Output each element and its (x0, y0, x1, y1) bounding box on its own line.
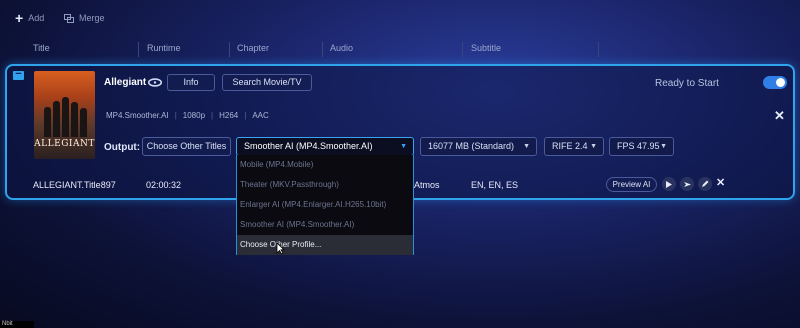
column-divider (322, 42, 323, 57)
collapse-button[interactable]: − (13, 69, 24, 80)
menu-item-enlarger-ai[interactable]: Enlarger AI (MP4.Enlarger.AI.H265.10bit) (237, 195, 413, 215)
size-select[interactable]: 16077 MB (Standard) ▼ (420, 137, 537, 156)
spec-divider: | (244, 111, 247, 120)
spec-divider: | (174, 111, 177, 120)
merge-button[interactable]: Merge (64, 13, 105, 23)
spec-divider: | (211, 111, 214, 120)
search-movie-button[interactable]: Search Movie/TV (222, 74, 312, 91)
spec-audio-codec: AAC (252, 111, 269, 120)
preview-ai-button[interactable]: Preview AI (606, 177, 657, 192)
profile-select-value: Smoother AI (MP4.Smoother.AI) (244, 141, 373, 151)
column-header-subtitle[interactable]: Subtitle (471, 43, 501, 53)
video-enhance-button[interactable] (680, 177, 694, 191)
mouse-cursor-icon (276, 242, 285, 255)
edit-icon (702, 180, 709, 187)
menu-item-smoother-ai[interactable]: Smoother AI (MP4.Smoother.AI) (237, 215, 413, 235)
column-divider (598, 42, 599, 57)
track-runtime: 02:00:32 (146, 180, 182, 190)
bluray-icon (148, 78, 162, 87)
fps-select[interactable]: FPS 47.95 ▼ (609, 137, 674, 156)
merge-icon (64, 13, 74, 23)
column-header-chapter[interactable]: Chapter (237, 43, 269, 53)
size-select-value: 16077 MB (Standard) (428, 141, 515, 151)
poster-figures (40, 97, 89, 137)
column-divider (229, 42, 230, 57)
spec-video-codec: H264 (219, 111, 239, 120)
movie-poster: ALLEGIANT (34, 71, 95, 159)
add-button[interactable]: + Add (15, 10, 45, 26)
edit-button[interactable] (698, 177, 712, 191)
choose-other-titles-button[interactable]: Choose Other Titles (142, 137, 231, 156)
movie-title: Allegiant (104, 77, 147, 88)
column-header-title[interactable]: Title (33, 43, 50, 53)
enable-toggle[interactable] (763, 76, 787, 89)
column-divider (462, 42, 463, 57)
menu-item-mobile[interactable]: Mobile (MP4.Mobile) (237, 155, 413, 175)
add-label: Add (28, 13, 45, 23)
profile-dropdown-menu: Mobile (MP4.Mobile) Theater (MKV.Passthr… (236, 155, 414, 255)
plus-icon: + (15, 10, 24, 26)
remove-track-icon[interactable]: ✕ (716, 176, 725, 189)
column-divider (138, 42, 139, 57)
toolbar: + Add Merge (0, 0, 800, 38)
column-headers: Title Runtime Chapter Audio Subtitle (0, 40, 800, 60)
remove-title-icon[interactable]: ✕ (774, 108, 785, 124)
play-button[interactable] (662, 177, 676, 191)
poster-title: ALLEGIANT (34, 139, 95, 149)
status-text: Ready to Start (655, 78, 719, 89)
toggle-knob (776, 78, 785, 87)
track-title: ALLEGIANT.Title897 (33, 180, 116, 190)
video-enhance-icon (683, 181, 691, 187)
track-subtitle[interactable]: EN, EN, ES (471, 180, 518, 190)
spec-resolution: 1080p (182, 111, 206, 120)
chevron-down-icon: ▼ (400, 143, 407, 150)
fps-select-value: FPS 47.95 (617, 141, 660, 151)
column-header-audio[interactable]: Audio (330, 43, 353, 53)
merge-label: Merge (79, 13, 105, 23)
spec-profile: MP4.Smoother.AI (106, 111, 169, 120)
info-button[interactable]: Info (167, 74, 215, 91)
title-specs: MP4.Smoother.AI | 1080p | H264 | AAC (106, 111, 269, 120)
track-audio[interactable]: Atmos (414, 180, 440, 190)
chevron-down-icon: ▼ (660, 143, 667, 150)
profile-select[interactable]: Smoother AI (MP4.Smoother.AI) ▼ (236, 137, 414, 156)
rife-select-value: RIFE 2.4 (552, 141, 588, 151)
rife-select[interactable]: RIFE 2.4 ▼ (544, 137, 604, 156)
chevron-down-icon: ▼ (590, 143, 597, 150)
output-label: Output: (104, 142, 141, 153)
corner-label: Nbit (0, 321, 34, 328)
column-header-runtime[interactable]: Runtime (147, 43, 181, 53)
play-icon (666, 180, 672, 188)
menu-item-theater[interactable]: Theater (MKV.Passthrough) (237, 175, 413, 195)
menu-item-choose-other-profile[interactable]: Choose Other Profile... (237, 235, 413, 255)
chevron-down-icon: ▼ (523, 143, 530, 150)
